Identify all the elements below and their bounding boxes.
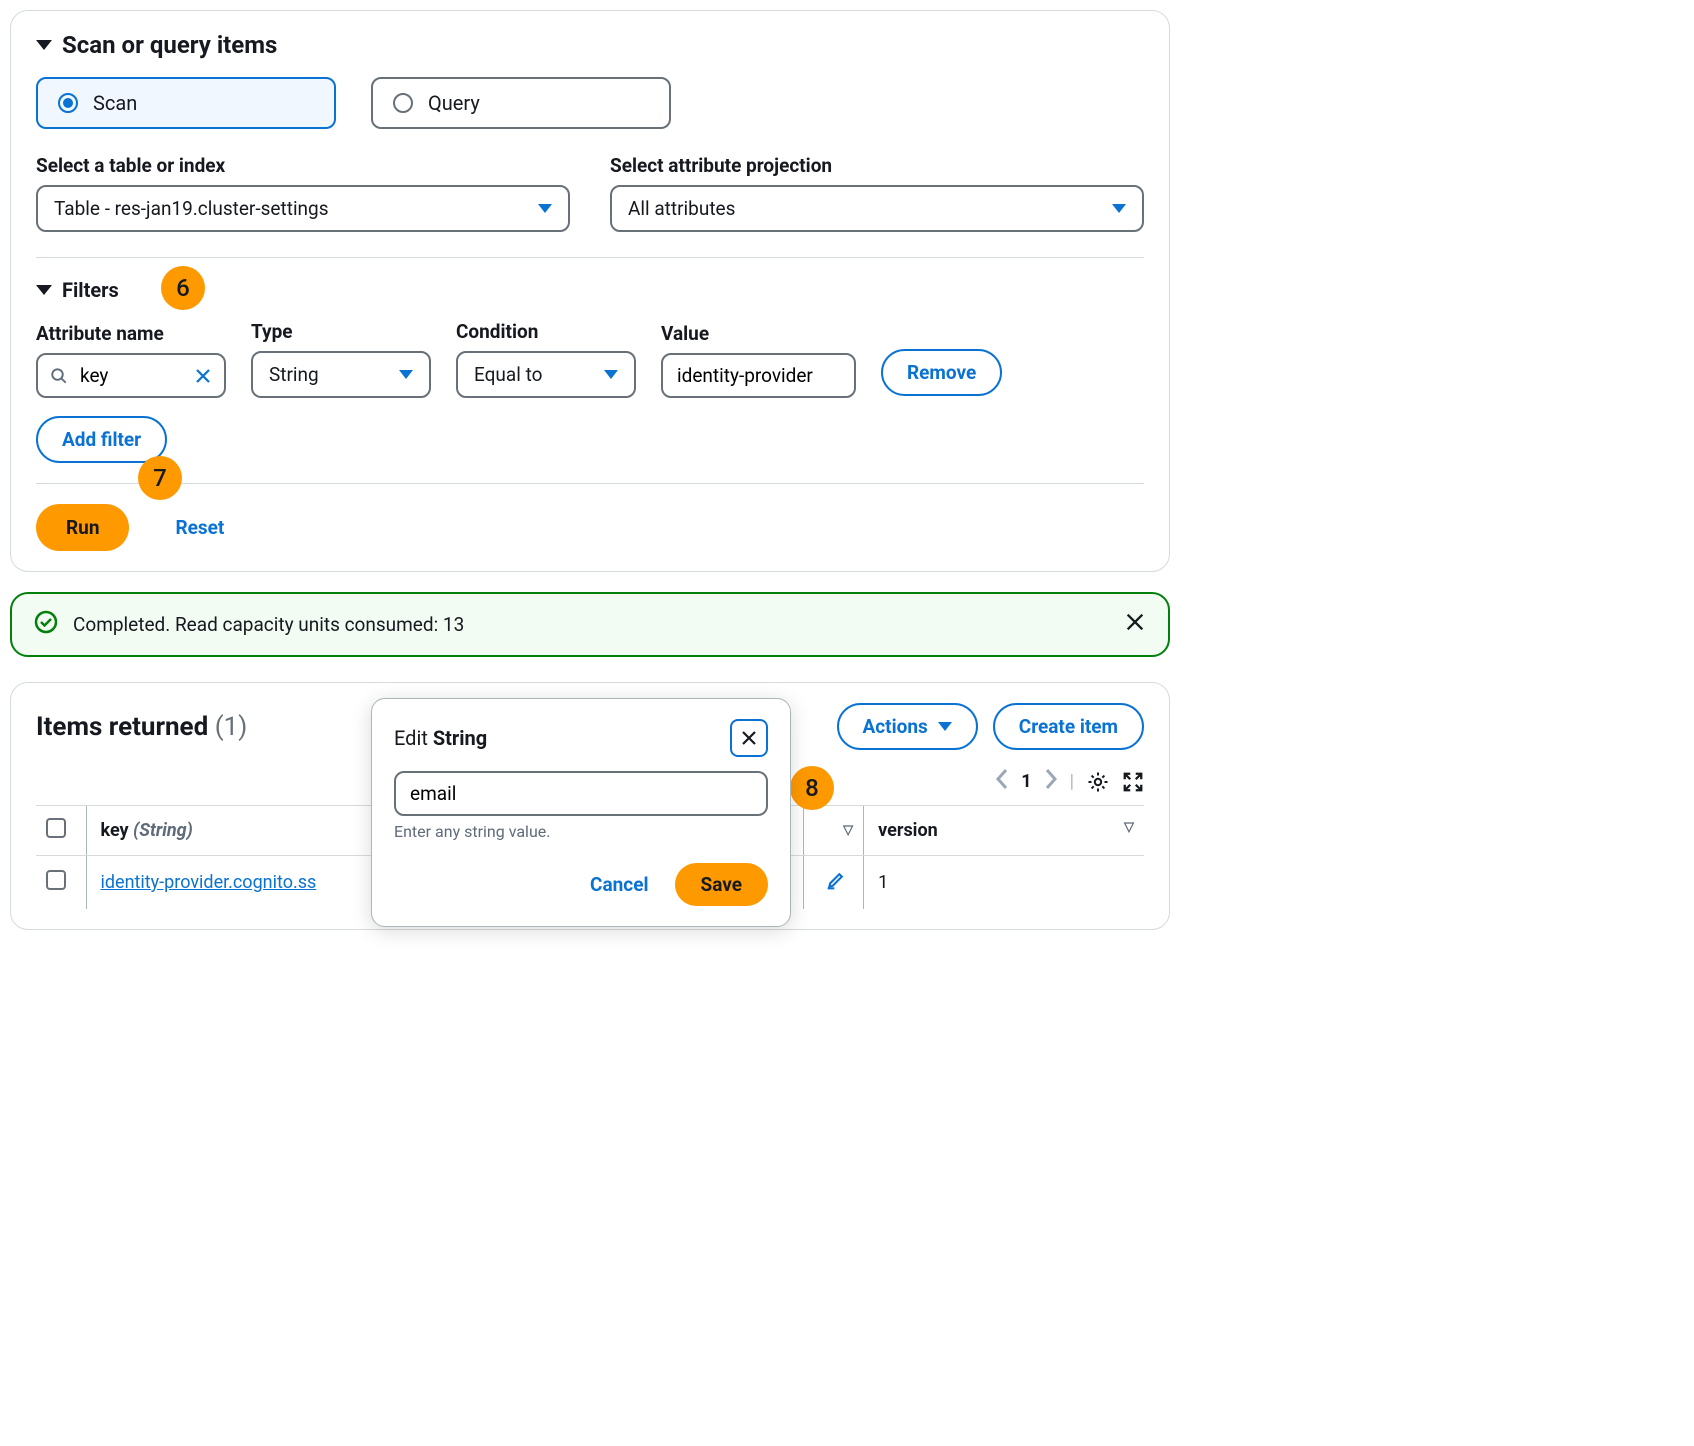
filter-value-input-wrap[interactable] [661, 353, 856, 398]
create-item-button[interactable]: Create item [993, 703, 1144, 750]
popover-save-button[interactable]: Save [675, 863, 769, 906]
search-icon [50, 367, 68, 385]
column-version[interactable]: version ▽ [864, 806, 1144, 856]
filter-type-label: Type [251, 320, 431, 343]
scan-query-title: Scan or query items [62, 31, 277, 59]
next-page-button[interactable] [1044, 768, 1058, 795]
scan-radio[interactable]: Scan [36, 77, 336, 129]
add-filter-button[interactable]: Add filter [36, 416, 167, 463]
popover-title: Edit String [394, 726, 487, 750]
filter-row: Attribute name Type String [36, 320, 1144, 398]
table-select-label: Select a table or index [36, 154, 570, 177]
items-count: (1) [215, 712, 248, 742]
chevron-down-icon [1112, 204, 1126, 213]
filter-type-group: Type String [251, 320, 431, 398]
items-panel: Items returned (1) Actions Create item 8… [10, 682, 1170, 930]
select-all-checkbox[interactable] [46, 818, 66, 838]
filter-type-select[interactable]: String [251, 351, 431, 398]
filter-attr-name-label: Attribute name [36, 322, 226, 345]
annotation-badge-8: 8 [790, 766, 834, 810]
scan-query-panel: Scan or query items Scan Query Select a … [10, 10, 1170, 572]
column-hidden-sort[interactable]: ▽ [804, 806, 864, 856]
items-title: Items returned (1) [36, 712, 247, 742]
radio-unselected-icon [393, 93, 413, 113]
popover-close-button[interactable] [730, 719, 768, 757]
filter-condition-group: Condition Equal to [456, 320, 636, 398]
alert-message: Completed. Read capacity units consumed:… [73, 613, 464, 636]
run-button[interactable]: Run [36, 504, 129, 551]
fullscreen-button[interactable] [1122, 771, 1144, 793]
scan-radio-label: Scan [93, 91, 137, 115]
row-key-link[interactable]: identity-provider.cognito.ss [101, 872, 317, 893]
scan-query-mode-row: Scan Query [36, 77, 1144, 129]
filter-value-label: Value [661, 322, 856, 345]
caret-down-icon [36, 40, 52, 50]
clear-icon[interactable] [194, 367, 212, 385]
row-version: 1 [864, 856, 1144, 910]
popover-value-input[interactable] [408, 781, 754, 806]
table-select-group: Select a table or index Table - res-jan1… [36, 154, 570, 232]
run-row: 7 Run Reset [36, 504, 1144, 551]
reset-button[interactable]: Reset [169, 515, 230, 540]
popover-hint: Enter any string value. [394, 822, 768, 841]
row-checkbox[interactable] [46, 870, 66, 890]
popover-value-input-wrap[interactable] [394, 771, 768, 816]
caret-down-icon [36, 285, 52, 295]
completion-alert: Completed. Read capacity units consumed:… [10, 592, 1170, 657]
annotation-badge-7: 7 [138, 456, 182, 500]
annotation-badge-6: 6 [161, 266, 205, 310]
table-select[interactable]: Table - res-jan19.cluster-settings [36, 185, 570, 232]
filter-value-input[interactable] [675, 363, 842, 388]
close-alert-button[interactable] [1124, 611, 1146, 638]
chevron-down-icon [399, 370, 413, 379]
pager: 1 [995, 768, 1057, 795]
filter-attr-name-input[interactable] [78, 363, 184, 388]
divider [36, 257, 1144, 258]
prev-page-button[interactable] [995, 768, 1009, 795]
remove-filter-button[interactable]: Remove [881, 349, 1002, 396]
radio-selected-icon [58, 93, 78, 113]
filters-title: Filters [62, 278, 119, 302]
query-radio-label: Query [428, 91, 480, 115]
projection-select[interactable]: All attributes [610, 185, 1144, 232]
projection-select-label: Select attribute projection [610, 154, 1144, 177]
query-radio[interactable]: Query [371, 77, 671, 129]
table-select-value: Table - res-jan19.cluster-settings [54, 197, 329, 220]
projection-select-group: Select attribute projection All attribut… [610, 154, 1144, 232]
edit-string-popover: Edit String Enter any string value. Canc… [371, 698, 791, 927]
chevron-down-icon [538, 204, 552, 213]
filter-condition-value: Equal to [474, 363, 542, 386]
filter-attr-name-group: Attribute name [36, 322, 226, 398]
filter-condition-label: Condition [456, 320, 636, 343]
settings-button[interactable] [1086, 770, 1110, 794]
actions-button[interactable]: Actions [837, 703, 978, 750]
popover-cancel-button[interactable]: Cancel [584, 872, 654, 897]
divider [36, 483, 1144, 484]
projection-select-value: All attributes [628, 197, 735, 220]
edit-icon[interactable] [826, 874, 846, 895]
items-actions: Actions Create item [837, 703, 1145, 750]
filter-type-value: String [269, 363, 319, 386]
chevron-down-icon [938, 722, 952, 731]
chevron-down-icon [604, 370, 618, 379]
scan-query-header[interactable]: Scan or query items [36, 31, 1144, 59]
success-icon [34, 610, 58, 639]
current-page: 1 [1021, 771, 1031, 792]
filter-condition-select[interactable]: Equal to [456, 351, 636, 398]
filter-value-group: Value [661, 322, 856, 398]
filter-attr-name-input-wrap[interactable] [36, 353, 226, 398]
